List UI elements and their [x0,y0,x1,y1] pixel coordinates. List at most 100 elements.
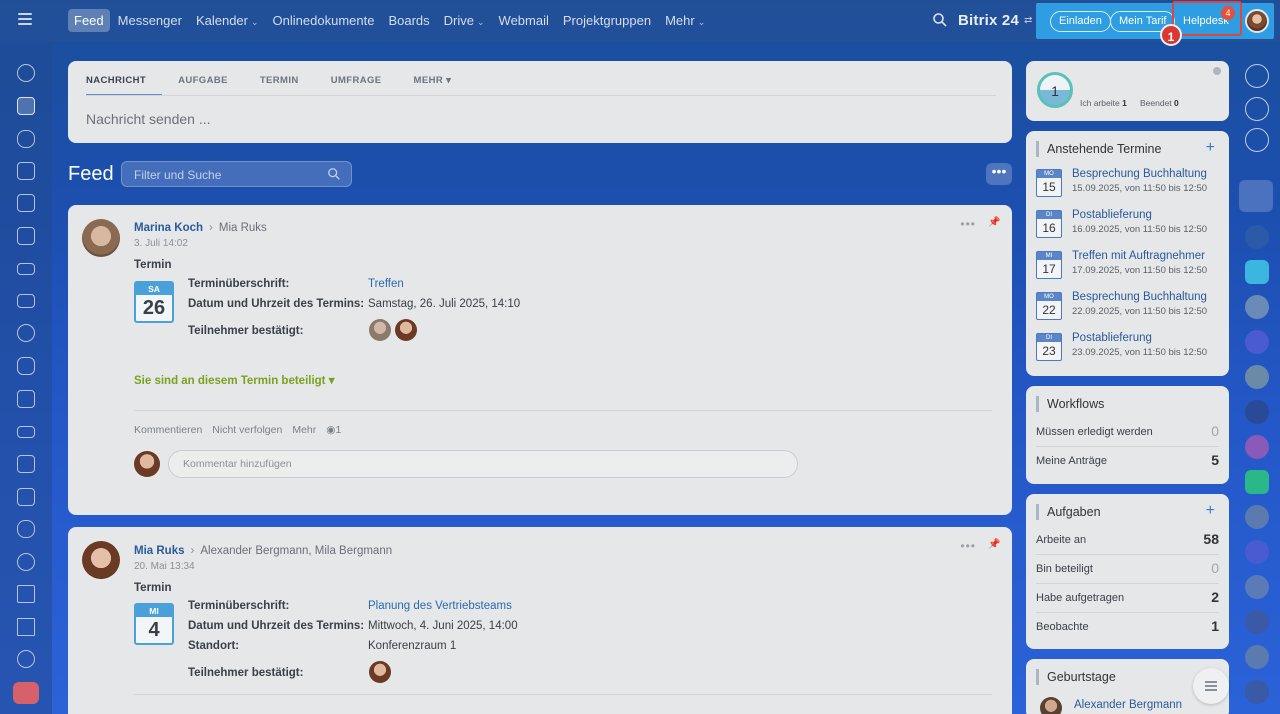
list-menu-button[interactable] [1193,668,1229,704]
analytics-icon[interactable] [17,618,35,636]
avatar[interactable] [1245,435,1269,459]
invite-button[interactable]: Einladen [1050,11,1111,32]
nav-item-projektgruppen[interactable]: Projektgruppen [557,9,657,32]
post-author[interactable]: Mia Ruks › Alexander Bergmann, Mila Bergma… [134,545,392,557]
appointment-item[interactable]: MO 22 Besprechung Buchhaltung 22.09.2025,… [1036,291,1222,321]
search-icon[interactable] [1245,128,1269,152]
task-row[interactable]: Bin beteiligt 0 [1036,560,1219,576]
menu-icon[interactable] [18,13,32,25]
post-recipient[interactable]: Mia Ruks [219,222,267,234]
crm-icon[interactable] [17,263,35,275]
more-link[interactable]: Mehr [292,424,316,436]
task-row[interactable]: Arbeite an 58 [1036,531,1219,547]
task-row[interactable]: Habe aufgetragen 2 [1036,589,1219,605]
avatar[interactable] [1245,680,1269,704]
pin-icon[interactable]: 📌 [988,539,1000,550]
tab-umfrage[interactable]: UMFRAGE [331,71,398,96]
chat-icon[interactable] [17,130,35,148]
avatar[interactable] [369,661,391,683]
nav-item-onlinedokumente[interactable]: Onlinedokumente [267,9,381,32]
chat-icon[interactable] [1245,260,1269,284]
nav-item-messenger[interactable]: Messenger [112,9,188,32]
store-icon[interactable] [17,455,35,473]
funnel-icon[interactable] [17,426,35,438]
avatar[interactable] [1245,400,1269,424]
appointment-item[interactable]: MI 17 Treffen mit Auftragnehmer 17.09.202… [1036,250,1222,280]
avatar[interactable] [1245,540,1269,564]
post-date[interactable]: 3. Juli 14:02 [134,238,188,249]
comment-input[interactable]: Kommentar hinzufügen [168,450,798,478]
target-icon[interactable] [17,553,35,571]
sign-icon[interactable] [17,488,35,506]
avatar[interactable] [1245,330,1269,354]
feed-icon[interactable] [17,97,35,115]
feed-more-button[interactable]: ••• [986,163,1012,185]
nav-item-kalender[interactable]: Kalender ⌄ [190,9,265,32]
avatar[interactable] [82,219,120,257]
tab-termin[interactable]: TERMIN [260,71,315,96]
document-icon[interactable] [1245,470,1269,494]
post-recipient[interactable]: Alexander Bergmann, Mila Bergmann [200,545,392,557]
notification-icon[interactable] [1245,97,1269,121]
mail-icon[interactable] [17,294,35,308]
avatar[interactable] [1245,505,1269,529]
avatar[interactable] [369,319,391,341]
workflow-row[interactable]: Müssen erledigt werden 0 [1036,423,1219,439]
add-icon[interactable]: + [1206,502,1215,520]
post-author[interactable]: Marina Koch › Mia Ruks [134,222,267,234]
nav-item-mehr[interactable]: Mehr ⌄ [659,9,711,32]
appointment-item[interactable]: DI 23 Postablieferung 23.09.2025, von 11:… [1036,332,1222,362]
post-menu-icon[interactable]: ••• [960,539,976,553]
birthday-name[interactable]: Alexander Bergmann [1074,699,1182,711]
avatar[interactable] [1245,610,1269,634]
bookmark-icon[interactable] [1239,180,1273,212]
unfollow-link[interactable]: Nicht verfolgen [212,424,282,436]
pin-icon[interactable]: 📌 [988,217,1000,228]
workflow-row[interactable]: Meine Anträge 5 [1036,452,1219,468]
tab-mehr[interactable]: MEHR ▾ [414,71,468,96]
groups-icon[interactable] [17,390,35,408]
appointment-item[interactable]: MO 15 Besprechung Buchhaltung 15.09.2025,… [1036,168,1222,198]
contacts-icon[interactable] [17,324,35,342]
task-row[interactable]: Beobachte 1 [1036,618,1219,634]
tab-aufgabe[interactable]: AUFGABE [178,71,244,96]
post-date[interactable]: 20. Mai 13:34 [134,561,195,572]
rocket-icon[interactable] [13,682,39,704]
event-title-link[interactable]: Treffen [368,278,404,290]
post-menu-icon[interactable]: ••• [960,217,976,231]
user-avatar[interactable] [1245,9,1269,33]
appointment-item[interactable]: DI 16 Postablieferung 16.09.2025, von 11:… [1036,209,1222,239]
cart-icon[interactable] [17,585,35,603]
avatar[interactable] [1245,575,1269,599]
event-title-link[interactable]: Planung des Vertriebsteams [368,600,512,612]
comment-link[interactable]: Kommentieren [134,424,202,436]
document-icon[interactable] [17,194,35,212]
nav-item-feed[interactable]: Feed [68,9,110,32]
avatar[interactable] [1040,697,1062,714]
bot-icon[interactable] [17,520,35,538]
avatar[interactable] [82,541,120,579]
bell-icon[interactable] [1245,64,1269,88]
search-input[interactable]: Filter und Suche [121,161,352,187]
calendar-icon[interactable] [17,162,35,180]
tasks-icon[interactable] [17,227,35,245]
message-input[interactable]: Nachricht senden ... [86,111,211,127]
gear-icon[interactable] [17,650,35,668]
nav-item-boards[interactable]: Boards [382,9,435,32]
search-icon[interactable] [327,167,341,181]
avatar[interactable] [1245,225,1269,249]
nav-item-webmail[interactable]: Webmail [493,9,555,32]
info-icon[interactable] [1213,67,1221,75]
work-counter[interactable]: 1 [1037,72,1073,108]
add-icon[interactable]: + [1206,139,1215,157]
participation-dropdown[interactable]: Sie sind an diesem Termin beteiligt ▾ [134,373,334,387]
brand-logo[interactable]: Bitrix 24 [958,12,1019,29]
activity-icon[interactable] [17,64,35,82]
avatar[interactable] [1245,645,1269,669]
search-icon[interactable] [932,12,948,28]
avatar[interactable] [1245,295,1269,319]
avatar[interactable] [1245,365,1269,389]
sites-icon[interactable] [17,357,35,375]
tab-nachricht[interactable]: NACHRICHT [86,71,163,96]
avatar[interactable] [395,319,417,341]
